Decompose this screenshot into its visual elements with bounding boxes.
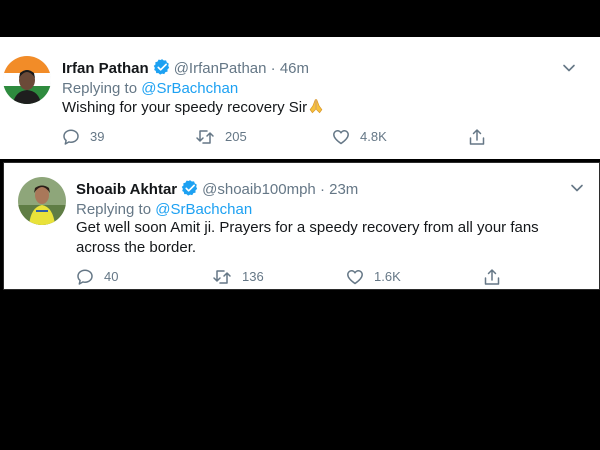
retweet-icon xyxy=(212,268,242,286)
verified-badge-icon xyxy=(181,179,199,202)
tweet-shoaib-akhtar[interactable]: Shoaib Akhtar @shoaib100mph · 23m Replyin… xyxy=(3,162,600,290)
avatar[interactable] xyxy=(3,56,51,104)
separator-dot: · xyxy=(270,60,276,77)
retweet-icon xyxy=(195,128,225,146)
reply-button[interactable]: 40 xyxy=(76,268,118,286)
like-count: 4.8K xyxy=(360,129,387,144)
tweet-header: Shoaib Akhtar @shoaib100mph · 23m xyxy=(76,179,358,202)
retweet-count: 136 xyxy=(242,269,264,284)
share-icon xyxy=(468,128,496,146)
reply-count: 40 xyxy=(104,269,119,284)
chevron-down-icon[interactable] xyxy=(562,61,576,80)
replying-to-label: Replying to xyxy=(62,80,138,97)
heart-icon xyxy=(346,268,374,286)
replying-to-label: Replying to xyxy=(76,201,152,218)
tweet-header: Irfan Pathan @IrfanPathan · 46m xyxy=(62,58,309,81)
timestamp[interactable]: 23m xyxy=(329,181,358,198)
tweet-text-content: Wishing for your speedy recovery Sir xyxy=(62,99,308,116)
retweet-button[interactable]: 136 xyxy=(212,268,264,286)
share-button[interactable] xyxy=(483,268,511,286)
display-name[interactable]: Shoaib Akhtar xyxy=(76,181,177,198)
mention-link[interactable]: @SrBachchan xyxy=(155,201,252,218)
replying-to: Replying to @SrBachchan xyxy=(76,201,252,218)
verified-badge-icon xyxy=(153,58,171,81)
retweet-count: 205 xyxy=(225,129,247,144)
timestamp[interactable]: 46m xyxy=(280,60,309,77)
tweet-irfan-pathan[interactable]: Irfan Pathan @IrfanPathan · 46m Replying … xyxy=(0,37,600,159)
retweet-button[interactable]: 205 xyxy=(195,128,247,146)
avatar[interactable] xyxy=(18,177,66,225)
chevron-down-icon[interactable] xyxy=(570,181,584,200)
folded-hands-emoji-icon xyxy=(307,99,325,116)
like-button[interactable]: 1.6K xyxy=(346,268,401,286)
reply-button[interactable]: 39 xyxy=(62,128,104,146)
reply-icon xyxy=(76,268,104,286)
mention-link[interactable]: @SrBachchan xyxy=(141,80,238,97)
like-count: 1.6K xyxy=(374,269,401,284)
user-handle[interactable]: @IrfanPathan xyxy=(174,60,267,77)
reply-icon xyxy=(62,128,90,146)
display-name[interactable]: Irfan Pathan xyxy=(62,60,149,77)
heart-icon xyxy=(332,128,360,146)
tweet-text-content: Get well soon Amit ji. Prayers for a spe… xyxy=(76,219,539,256)
user-handle[interactable]: @shoaib100mph xyxy=(202,181,316,198)
tweet-text: Get well soon Amit ji. Prayers for a spe… xyxy=(76,218,586,258)
separator-dot: · xyxy=(319,181,325,198)
tweet-text: Wishing for your speedy recovery Sir xyxy=(62,97,325,118)
like-button[interactable]: 4.8K xyxy=(332,128,387,146)
share-button[interactable] xyxy=(468,128,496,146)
share-icon xyxy=(483,268,511,286)
reply-count: 39 xyxy=(90,129,105,144)
replying-to: Replying to @SrBachchan xyxy=(62,80,238,97)
